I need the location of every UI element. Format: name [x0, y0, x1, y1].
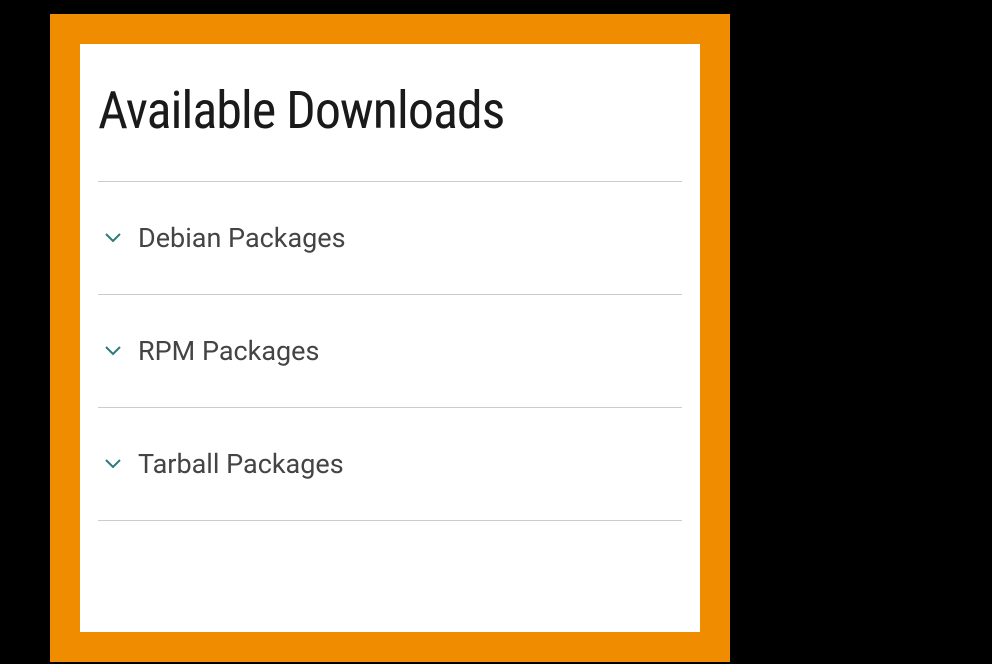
- accordion-item-debian[interactable]: Debian Packages: [98, 182, 682, 295]
- accordion-item-rpm[interactable]: RPM Packages: [98, 295, 682, 408]
- accordion-list: Debian Packages RPM Packages Tarball Pac…: [98, 181, 682, 521]
- chevron-down-icon: [104, 229, 122, 247]
- accordion-item-label: RPM Packages: [138, 335, 319, 367]
- accordion-item-label: Tarball Packages: [138, 448, 344, 480]
- chevron-down-icon: [104, 342, 122, 360]
- section-title: Available Downloads: [98, 80, 682, 141]
- chevron-down-icon: [104, 455, 122, 473]
- downloads-frame: Available Downloads Debian Packages RPM …: [50, 14, 730, 662]
- accordion-item-tarball[interactable]: Tarball Packages: [98, 408, 682, 521]
- downloads-panel: Available Downloads Debian Packages RPM …: [80, 44, 700, 632]
- accordion-item-label: Debian Packages: [138, 222, 346, 254]
